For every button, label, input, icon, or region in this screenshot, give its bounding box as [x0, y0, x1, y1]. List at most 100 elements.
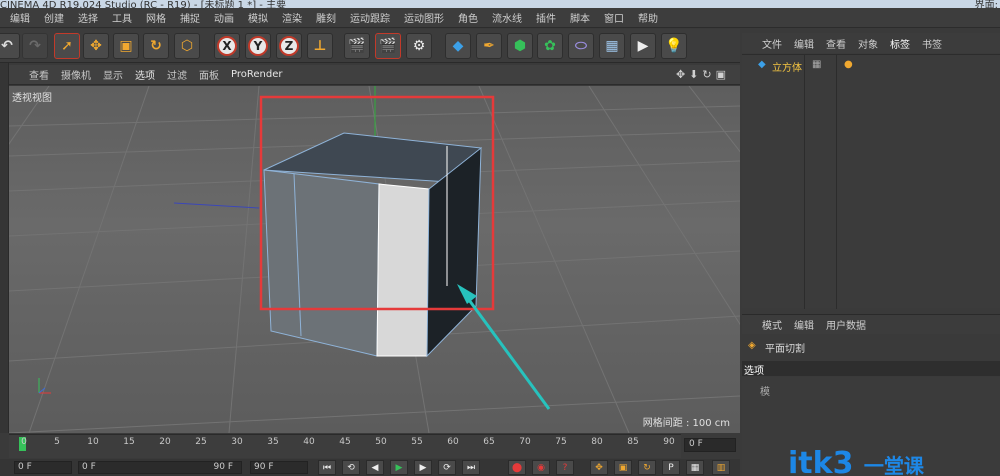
menu-snap[interactable]: 捕捉: [180, 10, 200, 25]
key-parameter-button[interactable]: P: [662, 460, 680, 475]
om-menu-edit[interactable]: 编辑: [794, 36, 814, 51]
go-to-start-button[interactable]: ⏮: [318, 460, 336, 475]
next-frame-button[interactable]: ▶: [414, 460, 432, 475]
object-name[interactable]: 立方体: [772, 59, 802, 74]
mode-field-label: 模: [760, 387, 770, 398]
array-button[interactable]: ✿: [537, 33, 563, 59]
tick-label: 50: [375, 437, 387, 447]
auto-key-button[interactable]: ◉: [532, 460, 550, 475]
menu-mesh[interactable]: 网格: [146, 10, 166, 25]
menu-script[interactable]: 脚本: [570, 10, 590, 25]
x-axis-button[interactable]: X: [214, 33, 240, 59]
key-position-button[interactable]: ✥: [590, 460, 608, 475]
watermark-logo: itk3 一堂课: [788, 446, 924, 476]
menu-plugins[interactable]: 插件: [536, 10, 556, 25]
maximize-icon[interactable]: ▣: [716, 68, 726, 81]
menu-create[interactable]: 创建: [44, 10, 64, 25]
vp-menu-camera[interactable]: 摄像机: [61, 67, 91, 82]
go-to-end-button[interactable]: ⏭: [462, 460, 480, 475]
scale-box-icon: ▣: [119, 38, 133, 54]
om-menu-bookmarks[interactable]: 书签: [922, 36, 942, 51]
menu-sculpt[interactable]: 雕刻: [316, 10, 336, 25]
recent-tool-button[interactable]: ⬡: [174, 33, 200, 59]
vp-menu-prorender[interactable]: ProRender: [231, 69, 282, 80]
viewport-menu: 查看 摄像机 显示 选项 过滤 面板 ProRender ✥ ⬇ ↻ ▣: [9, 65, 740, 85]
key-selection-button[interactable]: ?: [556, 460, 574, 475]
undo-button[interactable]: ↶: [0, 33, 20, 59]
om-menu-view[interactable]: 查看: [826, 36, 846, 51]
next-key-button[interactable]: ⟳: [438, 460, 456, 475]
render-settings-button[interactable]: ⚙: [406, 33, 432, 59]
perspective-viewport[interactable]: 透视视图 网格间距 : 100 cm: [9, 86, 740, 433]
menu-pipeline[interactable]: 流水线: [492, 10, 522, 25]
options-tab[interactable]: 选项: [742, 361, 1000, 377]
z-axis-button[interactable]: Z: [276, 33, 302, 59]
render-picture-viewer-button[interactable]: 🎬: [375, 33, 401, 59]
light-button[interactable]: 💡: [661, 33, 687, 59]
om-menu-tags[interactable]: 标签: [890, 36, 910, 51]
record-key-button[interactable]: ⬤: [508, 460, 526, 475]
prev-frame-button[interactable]: ◀: [366, 460, 384, 475]
watermark-text: itk3: [788, 446, 854, 476]
move-tool-button[interactable]: ✥: [83, 33, 109, 59]
orbit-icon[interactable]: ↻: [702, 68, 711, 81]
cube-front-face-cut[interactable]: [376, 183, 430, 357]
pan-icon[interactable]: ✥: [676, 68, 685, 81]
camera-button[interactable]: ▶: [630, 33, 656, 59]
redo-button[interactable]: ↷: [22, 33, 48, 59]
preview-range-slider[interactable]: 0 F 90 F: [78, 461, 242, 474]
rotate-icon: ↻: [150, 38, 162, 54]
menu-tools[interactable]: 工具: [112, 10, 132, 25]
current-frame-field[interactable]: 0 F: [684, 438, 736, 452]
menu-animate[interactable]: 动画: [214, 10, 234, 25]
key-rotation-button[interactable]: ↻: [638, 460, 656, 475]
object-row-cube[interactable]: ◆ 立方体 ▦ ●: [742, 57, 1000, 74]
y-axis-button[interactable]: Y: [245, 33, 271, 59]
tick-label: 10: [87, 437, 99, 447]
menu-window[interactable]: 窗口: [604, 10, 624, 25]
am-menu-edit[interactable]: 编辑: [794, 317, 814, 332]
menu-edit[interactable]: 编辑: [10, 10, 30, 25]
mode-palette: [0, 63, 9, 433]
vp-menu-view[interactable]: 查看: [29, 67, 49, 82]
timeline-ruler[interactable]: 0 5 10 15 20 25 30 35 40 45 50 55 60 65 …: [9, 434, 681, 458]
play-button[interactable]: ▶: [390, 460, 408, 475]
cube-button[interactable]: ◆: [445, 33, 471, 59]
menu-motion-tracking[interactable]: 运动跟踪: [350, 10, 390, 25]
material-tag-icon[interactable]: ●: [844, 59, 853, 70]
menu-character[interactable]: 角色: [458, 10, 478, 25]
live-selection-button[interactable]: ➚: [54, 33, 80, 59]
menu-render[interactable]: 渲染: [282, 10, 302, 25]
start-frame-field[interactable]: 0 F: [14, 461, 72, 474]
am-menu-mode[interactable]: 模式: [762, 317, 782, 332]
vp-menu-display[interactable]: 显示: [103, 67, 123, 82]
subdivision-button[interactable]: ⬢: [507, 33, 533, 59]
floor-button[interactable]: ▦: [599, 33, 625, 59]
tick-label: 5: [54, 437, 60, 447]
om-menu-file[interactable]: 文件: [762, 36, 782, 51]
menu-mograph[interactable]: 运动图形: [404, 10, 444, 25]
prev-key-button[interactable]: ⟲: [342, 460, 360, 475]
vp-menu-options[interactable]: 选项: [135, 67, 155, 82]
menu-help[interactable]: 帮助: [638, 10, 658, 25]
vp-menu-filter[interactable]: 过滤: [167, 67, 187, 82]
pen-button[interactable]: ✒: [476, 33, 502, 59]
am-menu-user-data[interactable]: 用户数据: [826, 317, 866, 332]
coordinate-system-icon: ⊥: [313, 38, 327, 54]
render-view-button[interactable]: 🎬: [344, 33, 370, 59]
key-scale-button[interactable]: ▣: [614, 460, 632, 475]
rotate-tool-button[interactable]: ↻: [143, 33, 169, 59]
scale-tool-button[interactable]: ▣: [113, 33, 139, 59]
timeline-window-button[interactable]: ▥: [712, 460, 730, 475]
cube-front-face-left[interactable]: [263, 169, 380, 357]
menu-select[interactable]: 选择: [78, 10, 98, 25]
key-pla-button[interactable]: ▦: [686, 460, 704, 475]
visibility-icon[interactable]: ▦: [812, 59, 821, 70]
menu-simulate[interactable]: 模拟: [248, 10, 268, 25]
coordinate-system-button[interactable]: ⊥: [307, 33, 333, 59]
end-frame-field[interactable]: 90 F: [250, 461, 308, 474]
om-menu-objects[interactable]: 对象: [858, 36, 878, 51]
deformer-button[interactable]: ⬭: [568, 33, 594, 59]
dolly-icon[interactable]: ⬇: [689, 68, 698, 81]
vp-menu-panel[interactable]: 面板: [199, 67, 219, 82]
